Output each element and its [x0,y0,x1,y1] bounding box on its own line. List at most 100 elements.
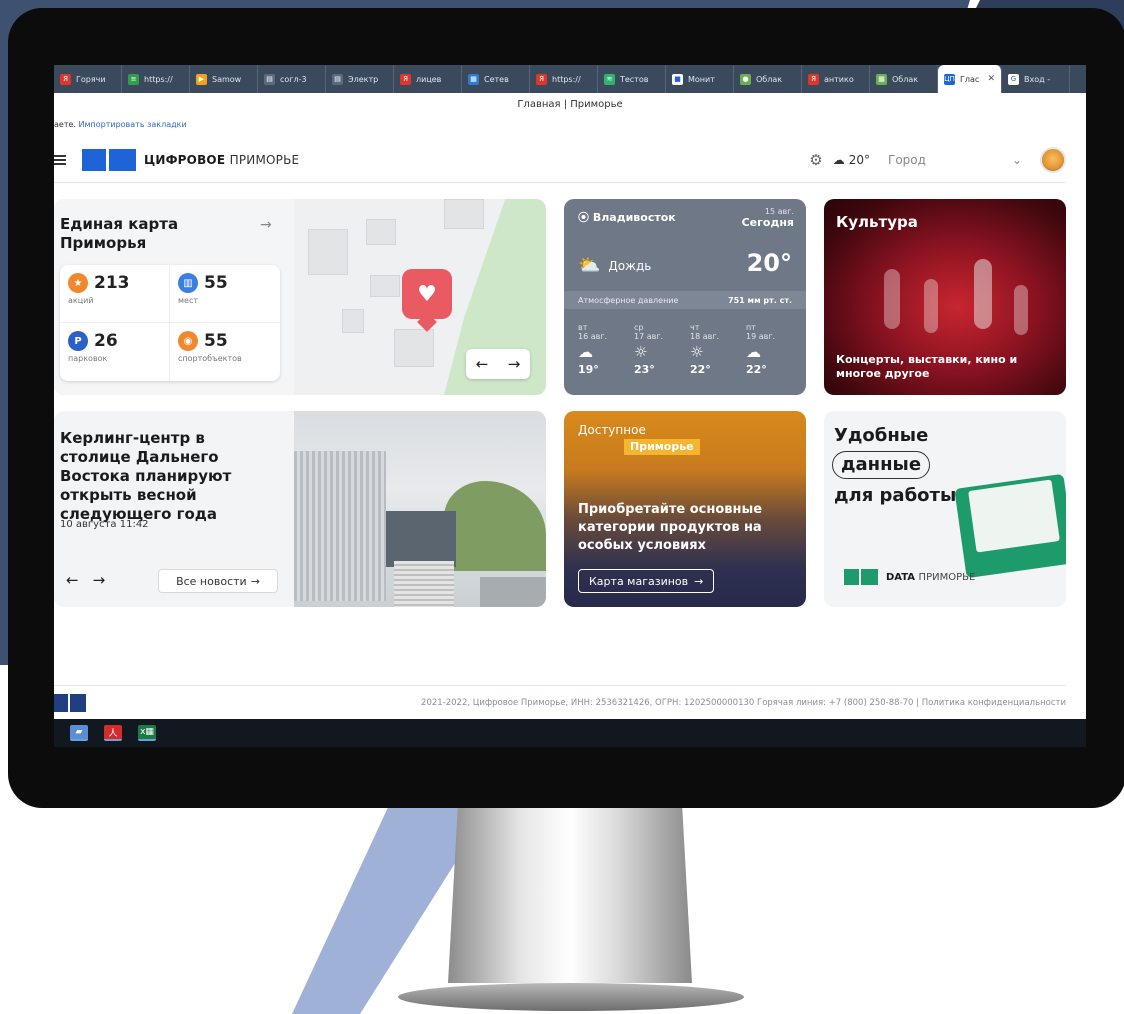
store-map-button[interactable]: Карта магазинов → [578,569,715,593]
dancer-figure [974,259,992,329]
stat-item[interactable]: P 26 парковок [60,323,170,381]
stat-value: 213 [94,273,130,293]
footer-logo-icon[interactable] [54,693,86,712]
promo-card[interactable]: Доступное Приморье Приобретайте основные… [564,411,806,607]
browser-tab[interactable]: ▦ Сетев [462,65,530,93]
map-preview[interactable]: ♥ ← → [294,199,546,395]
site-logo[interactable]: ЦИФРОВОЕ ПРИМОРЬЕ [82,148,299,171]
forecast-weather-icon: ☼ [634,343,648,361]
forecast-temp: 23° [634,363,655,376]
browser-tab[interactable]: Яhttps:// [530,65,598,93]
tab-label: https:// [552,74,581,84]
browser-tab[interactable]: ▤ согл-3 [258,65,326,93]
forecast-weather-icon: ☁ [746,343,761,361]
forecast-date: 17 авг. [634,332,664,341]
browser-tab[interactable]: ▶ Samow [190,65,258,93]
forecast-day: ср [634,323,644,332]
browser-tab[interactable]: ▤ Электр [326,65,394,93]
news-card[interactable]: Керлинг-центр в столице Дальнего Востока… [54,411,546,607]
weather-card[interactable]: ⦿ Владивосток 15 авг. Сегодня ⛅ Дождь 20… [564,199,806,395]
browser-tab[interactable]: ≋ Тестов [598,65,666,93]
tab-label: антико [824,74,854,84]
arrow-right-icon[interactable]: → [93,571,106,589]
taskbar-app-icon[interactable]: ▰ [70,725,88,741]
tab-label: согл-3 [280,74,307,84]
chevron-down-icon: ⌄ [1011,153,1022,167]
browser-tab[interactable]: Ялицев [394,65,462,93]
arrow-left-icon[interactable]: ← [476,355,489,373]
header-weather[interactable]: ☁ 20° [833,153,870,167]
forecast-date: 16 авг. [578,332,608,341]
promo-text: Приобретайте основные категории продукто… [578,502,763,553]
dancer-figure [884,269,900,329]
data-card[interactable]: Удобные данные для работы DATA ПРИМОРЬЕ [824,411,1066,607]
cloud-sun-icon: ⛅ [578,255,601,276]
news-title[interactable]: Керлинг-центр в столице Дальнего Востока… [60,429,260,524]
map-block [370,275,400,297]
forecast-weather-icon: ☼ [690,343,704,361]
news-nav: ← → [66,571,105,589]
city-select[interactable]: Город ⌄ [880,153,1030,167]
map-pin[interactable]: ♥ [402,269,452,319]
forecast-temp: 19° [578,363,599,376]
tab-favicon-icon: ≋ [604,73,615,85]
browser-tab[interactable]: G Вход - [1002,65,1070,93]
forecast-day: вт 16 авг. ☁ 19° [578,323,624,376]
culture-card[interactable]: Культура Концерты, выставки, кино и мног… [824,199,1066,395]
tab-label: Сетев [484,74,509,84]
dancer-figure [1014,285,1028,335]
tab-label: Samow [212,74,242,84]
tab-label: https:// [144,74,173,84]
avatar[interactable] [1040,147,1066,173]
tab-favicon-icon: ● [740,73,751,85]
stat-label: акций [68,296,94,305]
tab-favicon-icon: Я [400,73,411,85]
promo-top-label: Доступное [578,423,646,437]
map-block [308,229,348,275]
bookmarks-prefix: аете. [54,120,76,129]
gear-icon[interactable]: ⚙ [809,151,822,169]
site-header: ЦИФРОВОЕ ПРИМОРЬЕ ⚙ ☁ 20° Город ⌄ [54,137,1066,183]
bookmarks-bar: аете. Импортировать закладки [54,117,1086,133]
arrow-right-icon[interactable]: → [260,217,272,233]
forecast-date: 18 авг. [690,332,720,341]
browser-tab[interactable]: ≡ https:// [122,65,190,93]
map-card-info: Единая карта Приморья → ★ 213 акций ▥ 55 мест… [54,199,294,395]
import-bookmarks-link[interactable]: Импортировать закладки [79,120,187,129]
map-block [342,309,364,333]
arrow-right-icon[interactable]: → [508,355,521,373]
forecast-day: чт 18 авг. ☼ 22° [690,323,736,376]
browser-tab[interactable]: Я Горячи [54,65,122,93]
forecast-day: чт [690,323,700,332]
tab-favicon-icon: ▦ [876,73,887,85]
map-card[interactable]: Единая карта Приморья → ★ 213 акций ▥ 55 мест… [54,199,546,395]
browser-tab[interactable]: ● Облак [734,65,802,93]
page-title: Главная | Приморье [54,93,1086,117]
browser-tab[interactable]: ▦ Облак [870,65,938,93]
header-right: ⚙ ☁ 20° Город ⌄ [809,137,1066,183]
stat-item[interactable]: ▥ 55 мест [170,265,280,323]
news-image[interactable] [294,411,546,607]
browser-tab[interactable]: Яантико [802,65,870,93]
monitor-screen: Я Горячи ≡ https:// ▶ Samow ▤ согл-3 ▤ Электр Ялиц… [54,65,1086,747]
tab-favicon-icon: ▦ [468,73,479,85]
location-pin-icon: ⦿ [578,211,593,224]
taskbar-app-icon[interactable]: x▦ [138,725,156,741]
browser-tab[interactable]: ЦП Глас ✕ [938,65,1002,93]
monitor-stand-foot [398,983,744,1011]
browser-tab[interactable]: ■ Монит [666,65,734,93]
stat-item[interactable]: ◉ 55 спортобъектов [170,323,280,381]
tab-label: Тестов [620,74,649,84]
close-icon[interactable]: ✕ [987,74,995,84]
browser-tab-bar: Я Горячи ≡ https:// ▶ Samow ▤ согл-3 ▤ Электр Ялиц… [54,65,1086,93]
weather-date: 15 авг. Сегодня [741,207,794,229]
menu-icon[interactable] [54,154,66,165]
arrow-left-icon[interactable]: ← [66,571,79,589]
all-news-button[interactable]: Все новости → [158,569,278,593]
tab-favicon-icon: Я [808,73,819,85]
forecast-date: 19 авг. [746,332,776,341]
forecast-day: вт [578,323,588,332]
taskbar-app-icon[interactable]: 人 [104,725,122,741]
news-date: 10 августа 11:42 [60,519,149,530]
stat-item[interactable]: ★ 213 акций [60,265,170,323]
